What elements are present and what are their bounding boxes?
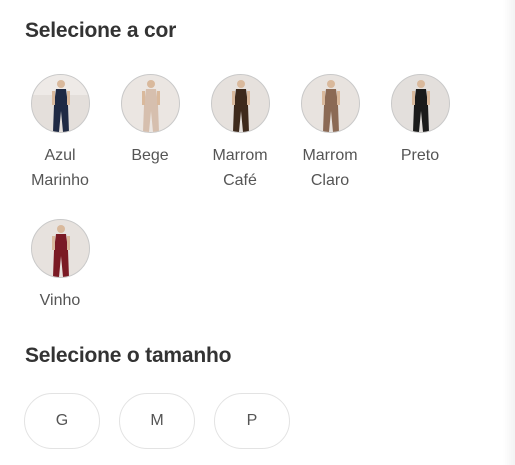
marrom-cafe-outfit-icon (210, 74, 270, 133)
marrom-claro-outfit-icon (300, 74, 360, 133)
size-option-p[interactable]: P (214, 393, 290, 449)
color-option-label: Azul Marinho (31, 147, 89, 189)
bege-outfit-icon (120, 74, 180, 133)
color-option-marrom-claro[interactable]: Marrom Claro (290, 74, 370, 193)
color-option-label: Preto (400, 147, 440, 164)
size-option-g[interactable]: G (24, 393, 100, 449)
color-option-marrom-cafe[interactable]: Marrom Café (200, 74, 280, 193)
color-option-vinho[interactable]: Vinho (20, 219, 100, 313)
azul-marinho-outfit-icon (30, 74, 90, 133)
color-option-bege[interactable]: Bege (110, 74, 190, 168)
color-option-label: Vinho (39, 292, 81, 309)
size-section-title: Selecione o tamanho (25, 344, 232, 367)
color-option-label: Marrom Claro (302, 147, 358, 189)
color-section-title: Selecione a cor (25, 19, 177, 42)
color-option-label: Marrom Café (212, 147, 268, 189)
vinho-outfit-icon (30, 219, 90, 278)
color-option-preto[interactable]: Preto (380, 74, 460, 168)
color-option-label: Bege (131, 147, 169, 164)
color-option-azul-marinho[interactable]: Azul Marinho (20, 74, 100, 193)
preto-outfit-icon (390, 74, 450, 133)
scroll-shadow (503, 0, 515, 465)
size-option-m[interactable]: M (119, 393, 195, 449)
